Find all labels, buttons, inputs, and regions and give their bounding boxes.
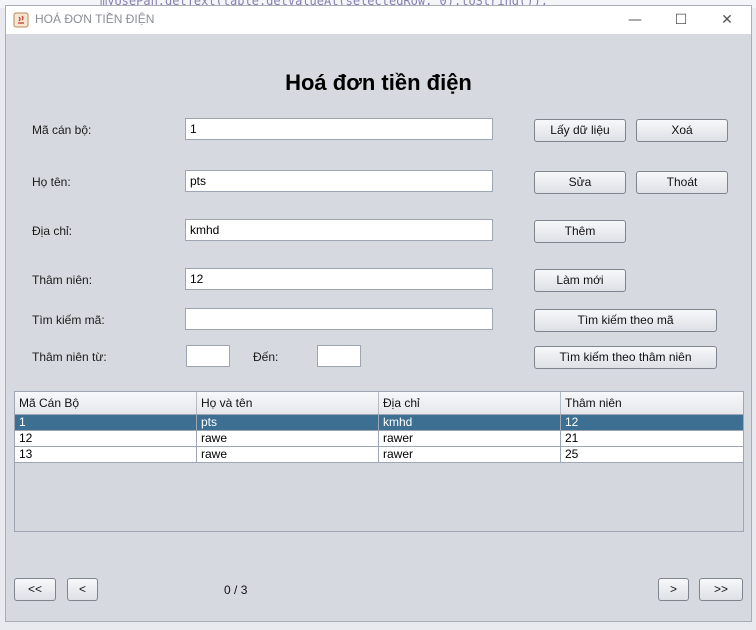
can-bo-table: Mã Cán Bộ Họ và tên Địa chỉ Thâm niên 1 …: [14, 391, 744, 532]
tham-nien-tu-field[interactable]: [186, 345, 230, 367]
last-page-button[interactable]: >>: [699, 578, 743, 601]
title-bar: HOÁ ĐƠN TIỀN ĐIỆN — ☐ ✕: [6, 6, 751, 34]
table-cell: 13: [15, 447, 197, 463]
java-app-icon: [13, 12, 29, 28]
dia-chi-label: Địa chỉ:: [32, 224, 73, 238]
page-indicator: 0 / 3: [224, 583, 247, 597]
column-header-dia-chi[interactable]: Địa chỉ: [379, 392, 561, 414]
column-header-ho-va-ten[interactable]: Họ và tên: [197, 392, 379, 414]
tim-kiem-ma-label: Tìm kiếm mã:: [32, 313, 105, 327]
table-cell: 1: [15, 415, 197, 431]
table-cell: 12: [15, 431, 197, 447]
table-cell: 21: [565, 431, 579, 445]
tham-nien-label: Thâm niên:: [32, 273, 93, 287]
tim-kiem-ma-field[interactable]: [185, 308, 493, 330]
table-cell: 12: [565, 415, 579, 429]
table-cell: pts: [197, 415, 379, 431]
them-button[interactable]: Thêm: [534, 220, 626, 243]
den-field[interactable]: [317, 345, 361, 367]
table-cell: kmhd: [379, 415, 561, 431]
close-button[interactable]: ✕: [704, 6, 750, 34]
ho-ten-label: Họ tên:: [32, 175, 71, 189]
tim-kiem-theo-ma-button[interactable]: Tìm kiếm theo mã: [534, 309, 717, 332]
xoa-button[interactable]: Xoá: [636, 119, 728, 142]
table-header: Mã Cán Bộ Họ và tên Địa chỉ Thâm niên: [15, 392, 743, 415]
tham-nien-field[interactable]: 12: [185, 268, 493, 290]
page-separator: /: [234, 583, 238, 597]
app-window: HOÁ ĐƠN TIỀN ĐIỆN — ☐ ✕ Hoá đơn tiền điệ…: [5, 5, 752, 622]
lay-du-lieu-button[interactable]: Lấy dữ liệu: [534, 119, 626, 142]
current-page: 0: [224, 583, 231, 597]
dia-chi-field[interactable]: kmhd: [185, 219, 493, 241]
next-page-button[interactable]: >: [658, 578, 689, 601]
table-cell: rawe: [197, 447, 379, 463]
table-cell: rawer: [379, 431, 561, 447]
table-row[interactable]: 12 rawe rawer 21: [15, 431, 743, 447]
previous-page-button[interactable]: <: [67, 578, 98, 601]
table-row[interactable]: 13 rawe rawer 25: [15, 447, 743, 463]
page-title: Hoá đơn tiền điện: [285, 70, 472, 95]
den-label: Đến:: [253, 350, 279, 364]
column-header-ma-can-bo[interactable]: Mã Cán Bộ: [15, 392, 197, 414]
tham-nien-tu-label: Thâm niên từ:: [32, 350, 107, 364]
ma-can-bo-label: Mã cán bộ:: [32, 123, 92, 137]
window-title: HOÁ ĐƠN TIỀN ĐIỆN: [35, 12, 155, 26]
column-header-tham-nien[interactable]: Thâm niên: [561, 392, 743, 414]
table-row[interactable]: 1 pts kmhd 12: [15, 415, 743, 431]
minimize-button[interactable]: —: [612, 6, 658, 34]
ma-can-bo-field[interactable]: 1: [185, 118, 493, 140]
table-cell: rawer: [379, 447, 561, 463]
tim-kiem-theo-tham-nien-button[interactable]: Tìm kiếm theo thâm niên: [534, 346, 717, 369]
table-cell: rawe: [197, 431, 379, 447]
sua-button[interactable]: Sửa: [534, 171, 626, 194]
maximize-button[interactable]: ☐: [658, 6, 704, 34]
thoat-button[interactable]: Thoát: [636, 171, 728, 194]
first-page-button[interactable]: <<: [14, 578, 56, 601]
table-cell: 25: [565, 447, 579, 461]
lam-moi-button[interactable]: Làm mới: [534, 269, 626, 292]
total-pages: 3: [240, 583, 248, 597]
ho-ten-field[interactable]: pts: [185, 170, 493, 192]
